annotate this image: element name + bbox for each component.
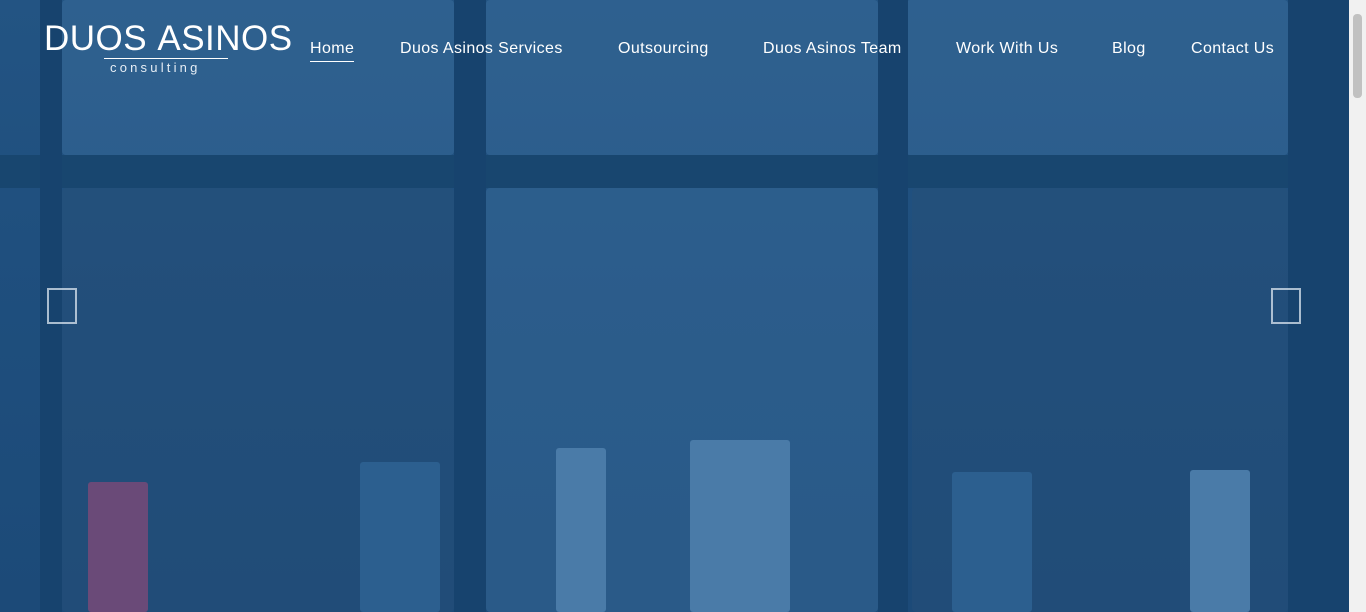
scrollbar-thumb[interactable] <box>1353 14 1362 98</box>
logo-light-text: DUOS <box>44 19 158 58</box>
nav-item-services[interactable]: Duos Asinos Services <box>400 38 563 60</box>
nav-item-blog[interactable]: Blog <box>1112 38 1146 60</box>
nav-item-contact[interactable]: Contact Us <box>1191 38 1274 60</box>
robot-toy <box>556 448 606 612</box>
robot-toy <box>952 472 1032 612</box>
robot-toy <box>1190 470 1250 612</box>
page-scrollbar[interactable] <box>1349 0 1366 612</box>
window-pane <box>486 188 878 612</box>
nav-item-home[interactable]: Home <box>310 38 355 62</box>
robot-toy <box>690 440 790 612</box>
nav-item-outsourcing[interactable]: Outsourcing <box>618 38 709 60</box>
logo-bold-text: ASINOS <box>157 19 293 58</box>
logo-tagline: consulting <box>110 60 201 75</box>
site-header: DUOS ASINOS consulting Home Duos Asinos … <box>0 0 1349 90</box>
nav-item-work-with-us[interactable]: Work With Us <box>956 38 1058 60</box>
nav-item-team[interactable]: Duos Asinos Team <box>763 38 902 60</box>
robot-toy <box>88 482 148 612</box>
window-frame <box>454 0 486 612</box>
slider-next-button[interactable] <box>1271 288 1301 324</box>
window-frame <box>878 0 908 612</box>
logo-wordmark: DUOS ASINOS <box>44 20 293 58</box>
logo-divider <box>104 58 228 59</box>
hero-slider <box>0 0 1349 612</box>
site-logo[interactable]: DUOS ASINOS consulting <box>44 20 292 78</box>
window-frame <box>0 155 1349 188</box>
slider-prev-button[interactable] <box>47 288 77 324</box>
robot-toy <box>360 462 440 612</box>
